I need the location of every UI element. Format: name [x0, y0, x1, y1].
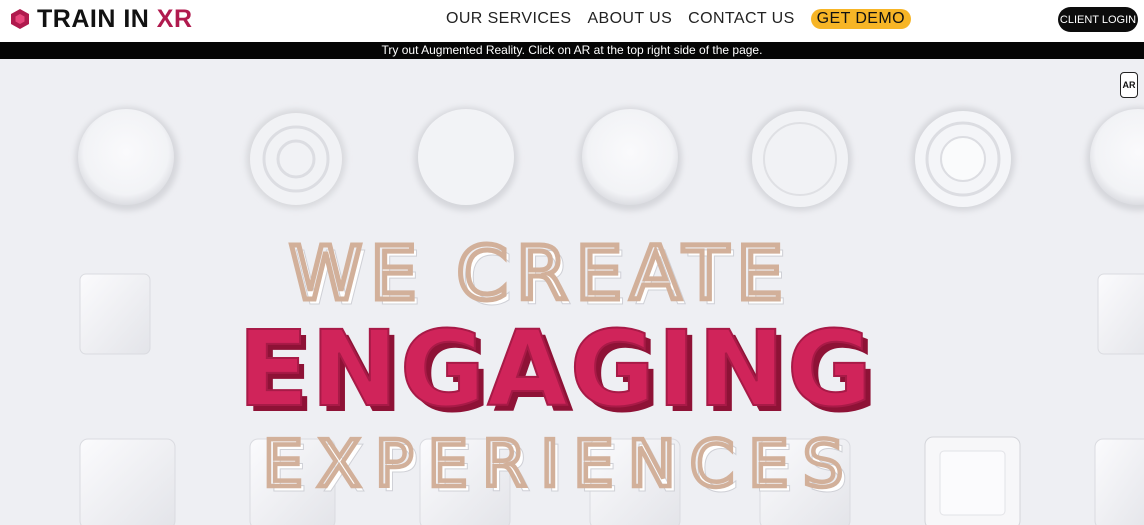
main-nav: OUR SERVICES ABOUT US CONTACT US GET DEM…	[446, 9, 911, 29]
brand-logo[interactable]: TRAIN IN XR	[9, 5, 193, 33]
headline-line1: WE CREATE	[289, 231, 791, 317]
client-login-button[interactable]: CLIENT LOGIN	[1058, 7, 1138, 32]
get-demo-button[interactable]: GET DEMO	[810, 9, 911, 29]
nav-contact-us[interactable]: CONTACT US	[688, 9, 795, 29]
brand-name-primary: TRAIN IN	[37, 5, 150, 33]
ar-toggle-button[interactable]: AR	[1120, 72, 1138, 98]
brand-name-accent: XR	[156, 5, 193, 33]
nav-about-us[interactable]: ABOUT US	[587, 9, 672, 29]
hexagon-logo-icon	[11, 9, 29, 29]
hero-section: WE CREATE WE CREATE ENGAGING ENGAGING EX…	[0, 59, 1144, 525]
headline-line2: ENGAGING	[238, 308, 874, 430]
nav-our-services[interactable]: OUR SERVICES	[446, 9, 571, 29]
announcement-bar: Try out Augmented Reality. Click on AR a…	[0, 42, 1144, 59]
hero-headline: WE CREATE WE CREATE ENGAGING ENGAGING EX…	[237, 229, 878, 508]
headline-line3: EXPERIENCES	[263, 428, 858, 502]
decorative-circles	[75, 107, 1144, 211]
hero-background: WE CREATE WE CREATE ENGAGING ENGAGING EX…	[75, 107, 1144, 525]
ar-label: AR	[1122, 80, 1136, 90]
brand-name: TRAIN IN XR	[37, 5, 193, 33]
site-header: TRAIN IN XR OUR SERVICES ABOUT US CONTAC…	[0, 0, 1144, 42]
